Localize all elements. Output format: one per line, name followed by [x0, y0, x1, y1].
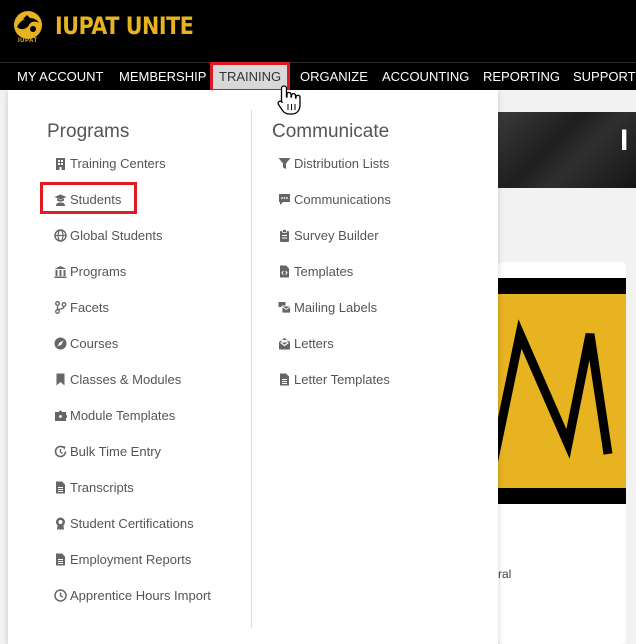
menu-item-student-certifications[interactable]: Student Certifications [54, 514, 194, 534]
top-header: IUPAT IUPAT UNITE [0, 0, 636, 62]
menu-item-label: Facets [70, 300, 110, 315]
menu-item-communications[interactable]: Communications [278, 190, 391, 210]
menu-item-label: Mailing Labels [294, 300, 378, 315]
menu-item-bulk-time-entry[interactable]: Bulk Time Entry [54, 442, 161, 462]
menu-item-letter-templates[interactable]: Letter Templates [278, 370, 390, 390]
menu-item-global-students[interactable]: Global Students [54, 226, 163, 246]
communicate-heading: Communicate [272, 121, 390, 142]
code-branch-icon [54, 301, 67, 314]
menu-item-label: Transcripts [70, 480, 134, 495]
menu-item-training-centers[interactable]: Training Centers [54, 154, 166, 174]
banner-heading-fragment: I [620, 124, 629, 157]
bookmark-icon [54, 373, 67, 386]
menu-item-label: Global Students [70, 228, 163, 243]
menu-item-label: Letters [294, 336, 334, 351]
card-image [498, 294, 626, 488]
filter-icon [278, 157, 291, 170]
menu-item-classes-modules[interactable]: Classes & Modules [54, 370, 181, 390]
file-code-icon [278, 265, 291, 278]
programs-heading: Programs [47, 121, 130, 142]
menu-item-label: Templates [294, 264, 354, 279]
menu-item-label: Letter Templates [294, 372, 390, 387]
comment-icon [278, 193, 291, 206]
clock-icon [54, 589, 67, 602]
menu-item-label: Module Templates [70, 408, 176, 423]
menu-item-distribution-lists[interactable]: Distribution Lists [278, 154, 389, 174]
menu-item-label: Student Certifications [70, 516, 194, 531]
file-text-icon [54, 481, 67, 494]
menu-item-employment-reports[interactable]: Employment Reports [54, 550, 191, 570]
menu-item-templates[interactable]: Templates [278, 262, 353, 282]
file-text-icon [278, 373, 291, 386]
clock-rotate-icon [54, 445, 67, 458]
building-icon [54, 157, 67, 170]
menu-item-label: Survey Builder [294, 228, 379, 243]
menu-item-label: Employment Reports [70, 552, 192, 567]
menu-item-label: Distribution Lists [294, 156, 390, 171]
clipboard-icon [278, 229, 291, 242]
letter-m-graphic [498, 319, 613, 463]
menu-item-courses[interactable]: Courses [54, 334, 118, 354]
compass-icon [54, 337, 67, 350]
file-text-icon [54, 553, 67, 566]
nav-accounting[interactable]: ACCOUNTING [382, 63, 469, 91]
menu-item-module-templates[interactable]: Module Templates [54, 406, 175, 426]
menu-item-label: Training Centers [70, 156, 166, 171]
menu-item-label: Bulk Time Entry [70, 444, 162, 459]
menu-item-label: Courses [70, 336, 119, 351]
app-title[interactable]: IUPAT UNITE [55, 12, 194, 40]
envelope-open-icon [278, 337, 291, 350]
certificate-icon [54, 517, 67, 530]
menu-item-facets[interactable]: Facets [54, 298, 109, 318]
mail-bulk-icon [278, 301, 291, 314]
nav-reporting[interactable]: REPORTING [483, 63, 560, 91]
menu-item-mailing-labels[interactable]: Mailing Labels [278, 298, 377, 318]
logo-subtitle: IUPAT [18, 38, 38, 44]
menu-item-label: Programs [70, 264, 127, 279]
globe-icon [54, 229, 67, 242]
nav-membership[interactable]: MEMBERSHIP [119, 63, 206, 91]
menu-item-label: Apprentice Hours Import [70, 588, 211, 603]
institution-icon [54, 265, 67, 278]
students-highlight-box [40, 182, 137, 214]
nav-my-account[interactable]: MY ACCOUNT [17, 63, 103, 91]
nav-support[interactable]: SUPPORT [573, 63, 636, 91]
menu-item-label: Communications [294, 192, 391, 207]
card-text-fragment: ral [498, 567, 512, 581]
page-banner [498, 112, 636, 188]
menu-item-programs[interactable]: Programs [54, 262, 126, 282]
menu-item-apprentice-hours-import[interactable]: Apprentice Hours Import [54, 586, 211, 606]
menu-item-survey-builder[interactable]: Survey Builder [278, 226, 379, 246]
hand-cursor-icon [277, 85, 301, 115]
menu-item-transcripts[interactable]: Transcripts [54, 478, 134, 498]
puzzle-icon [54, 409, 67, 422]
main-nav: MY ACCOUNT MEMBERSHIP TRAINING ORGANIZE … [0, 62, 636, 92]
nav-organize[interactable]: ORGANIZE [300, 63, 368, 91]
menu-item-letters[interactable]: Letters [278, 334, 334, 354]
menu-item-label: Classes & Modules [70, 372, 182, 387]
menu-column-divider [251, 110, 252, 628]
